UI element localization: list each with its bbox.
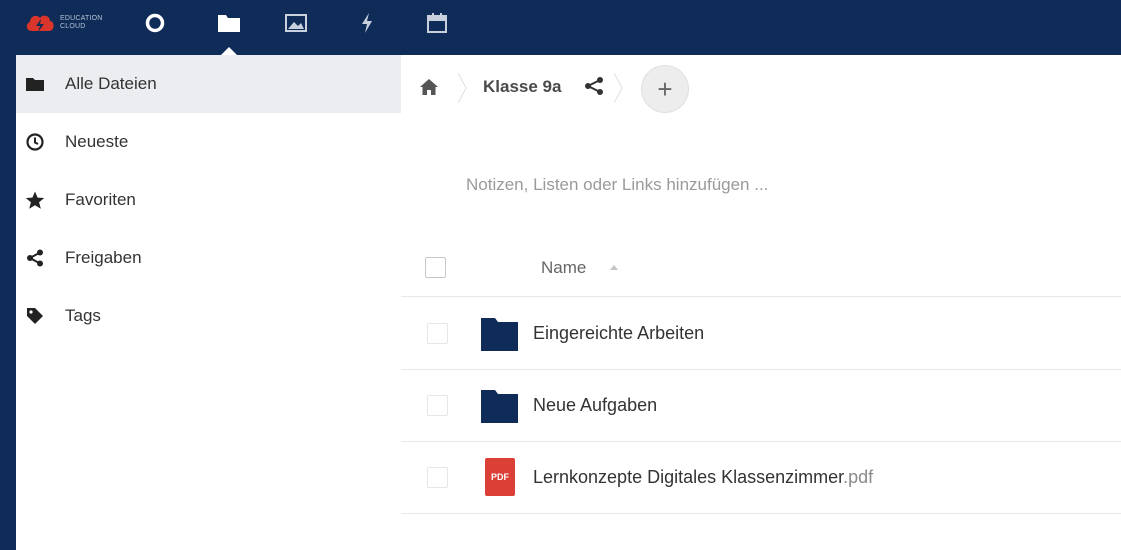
sidebar-item-label: Freigaben <box>65 248 142 267</box>
share-icon <box>24 248 46 268</box>
sidebar-item-label: Neueste <box>65 132 129 151</box>
row-checkbox[interactable] <box>427 467 448 488</box>
folder-icon <box>218 15 240 32</box>
sidebar-item-recent[interactable]: Neueste <box>16 113 401 171</box>
app-edge <box>0 55 16 550</box>
sidebar-item-all-files[interactable]: Alle Dateien <box>16 55 401 113</box>
file-table-header: Name <box>401 240 1121 297</box>
sidebar-item-label: Alle Dateien <box>65 74 157 93</box>
top-header: EDUCATION CLOUD <box>0 0 1121 56</box>
logo-text: EDUCATION CLOUD <box>60 15 103 31</box>
sidebar: Alle Dateien Neueste Favoriten Freigaben… <box>16 55 401 550</box>
breadcrumb-separator-icon <box>457 72 467 104</box>
files-nav-button[interactable] <box>214 8 244 38</box>
calendar-icon <box>427 13 447 33</box>
clock-icon <box>24 132 46 152</box>
sidebar-item-favorites[interactable]: Favoriten <box>16 171 401 229</box>
sidebar-item-label: Tags <box>65 306 101 325</box>
name-column-header[interactable]: Name <box>541 258 586 278</box>
sort-ascending-icon <box>610 265 618 270</box>
calendar-nav-button[interactable] <box>422 8 452 38</box>
cloud-logo-icon <box>26 15 54 32</box>
photos-nav-button[interactable] <box>281 8 311 38</box>
file-name: Lernkonzepte Digitales Klassenzimmer.pdf <box>533 467 873 488</box>
row-checkbox[interactable] <box>427 395 448 416</box>
activity-nav-button[interactable] <box>352 8 382 38</box>
file-name: Eingereichte Arbeiten <box>533 323 704 344</box>
select-all-checkbox[interactable] <box>425 257 446 278</box>
file-basename: Neue Aufgaben <box>533 395 658 415</box>
pdf-icon: PDF <box>485 458 515 496</box>
sidebar-item-shares[interactable]: Freigaben <box>16 229 401 287</box>
folder-icon <box>481 390 518 423</box>
lightning-icon <box>362 13 372 33</box>
folder-icon <box>481 318 518 351</box>
share-icon[interactable] <box>583 76 605 96</box>
file-list-area: Klasse 9a + Notizen, Listen oder Links h… <box>401 55 1121 550</box>
logo-text-line: EDUCATION <box>60 15 103 22</box>
file-extension: .pdf <box>843 467 874 487</box>
file-row[interactable]: PDF Lernkonzepte Digitales Klassenzimmer… <box>401 442 1121 514</box>
breadcrumb-separator-icon <box>613 72 623 104</box>
sidebar-item-tags[interactable]: Tags <box>16 287 401 345</box>
file-row[interactable]: Eingereichte Arbeiten <box>401 298 1121 370</box>
file-basename: Eingereichte Arbeiten <box>533 323 705 343</box>
breadcrumb-current-folder[interactable]: Klasse 9a <box>483 77 561 97</box>
tag-icon <box>24 306 46 326</box>
notes-input[interactable]: Notizen, Listen oder Links hinzufügen ..… <box>466 175 768 195</box>
add-new-button[interactable]: + <box>641 65 689 113</box>
file-basename: Lernkonzepte Digitales Klassenzimmer <box>533 467 844 487</box>
home-icon[interactable] <box>419 78 439 96</box>
circle-icon <box>145 13 165 33</box>
row-checkbox[interactable] <box>427 323 448 344</box>
breadcrumb: Klasse 9a + <box>401 55 1121 120</box>
star-icon <box>24 190 46 210</box>
file-name: Neue Aufgaben <box>533 395 657 416</box>
image-icon <box>285 14 307 32</box>
logo-text-line: CLOUD <box>60 23 86 30</box>
sidebar-item-label: Favoriten <box>65 190 136 209</box>
education-cloud-logo[interactable]: EDUCATION CLOUD <box>24 10 109 36</box>
file-row[interactable]: Neue Aufgaben <box>401 370 1121 442</box>
folder-icon <box>24 74 46 94</box>
dashboard-nav-button[interactable] <box>140 8 170 38</box>
